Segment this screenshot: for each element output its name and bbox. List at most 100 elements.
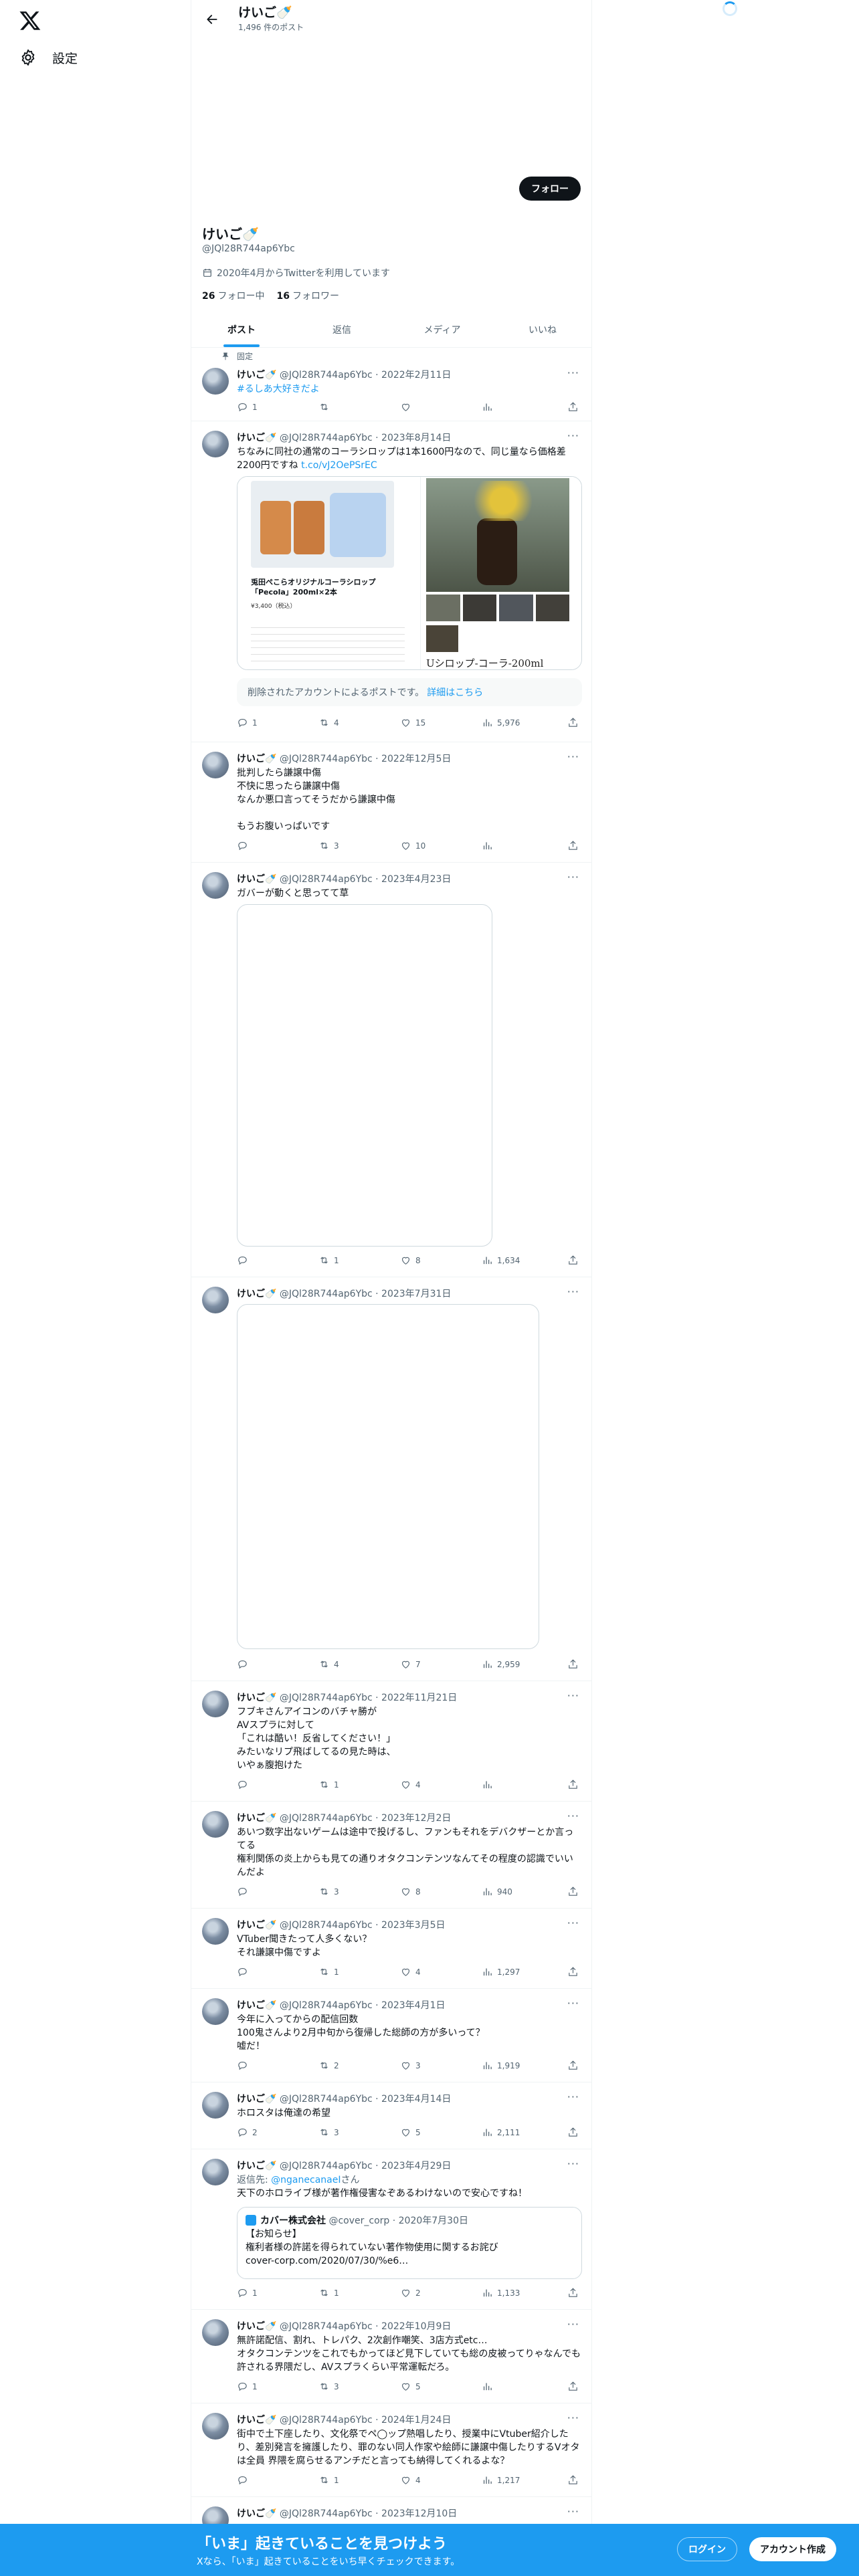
like-button[interactable]: 3 — [400, 2060, 421, 2071]
like-button[interactable]: 8 — [400, 1886, 421, 1897]
thumbnail[interactable] — [462, 595, 496, 621]
retweet-button[interactable]: 3 — [318, 2381, 339, 2392]
views-button[interactable]: 1,133 — [482, 2287, 520, 2298]
reply-button[interactable]: 2 — [237, 2127, 258, 2138]
share-button[interactable] — [567, 1658, 579, 1670]
more-options-icon[interactable]: ··· — [567, 1917, 579, 1929]
reply-button[interactable]: 1 — [237, 2287, 258, 2298]
more-options-icon[interactable]: ··· — [567, 1689, 579, 1702]
followers-link[interactable]: 16 フォロワー — [276, 289, 339, 302]
like-button[interactable] — [400, 401, 415, 413]
reply-button[interactable] — [237, 1966, 252, 1977]
views-button[interactable] — [482, 401, 497, 413]
reply-button[interactable] — [237, 2060, 252, 2071]
login-button[interactable]: ログイン — [677, 2537, 737, 2561]
reply-button[interactable]: 1 — [237, 2381, 258, 2392]
back-button[interactable] — [201, 8, 223, 31]
tweet-author[interactable]: けいご🍼 — [237, 874, 276, 885]
retweet-button[interactable]: 1 — [318, 1966, 339, 1977]
views-button[interactable]: 2,111 — [482, 2127, 520, 2138]
hashtag-link[interactable]: #るしあ大好きだよ — [237, 384, 320, 395]
avatar[interactable] — [202, 1691, 229, 1717]
tweet-item[interactable]: けいご🍼 @JQl28R744ap6Ybc · 2022年11月21日 ··· … — [191, 1681, 591, 1802]
share-button[interactable] — [567, 1966, 579, 1977]
reply-button[interactable] — [237, 1255, 252, 1266]
tweet-author[interactable]: けいご🍼 — [237, 2094, 276, 2105]
tweet-item[interactable]: けいご🍼 @JQl28R744ap6Ybc · 2023年4月29日 ··· 返… — [191, 2149, 591, 2310]
tweet-author[interactable]: けいご🍼 — [237, 1693, 276, 1703]
retweet-button[interactable]: 3 — [318, 1886, 339, 1897]
reply-button[interactable] — [237, 1779, 252, 1790]
share-button[interactable] — [567, 2381, 579, 2392]
thumbnail[interactable] — [499, 595, 533, 621]
retweet-button[interactable]: 3 — [318, 2127, 339, 2138]
thumbnail[interactable] — [426, 595, 460, 621]
reply-button[interactable] — [237, 1886, 252, 1897]
tweet-item[interactable]: けいご🍼 @JQl28R744ap6Ybc · 2022年10月9日 ··· 無… — [191, 2310, 591, 2403]
tab-media[interactable]: メディア — [392, 312, 492, 347]
retweet-button[interactable]: 2 — [318, 2060, 339, 2071]
avatar[interactable] — [202, 2319, 229, 2346]
thumbnail[interactable] — [535, 595, 569, 621]
tweet-author[interactable]: けいご🍼 — [237, 2000, 276, 2011]
more-options-icon[interactable]: ··· — [567, 871, 579, 883]
tweet-item[interactable]: けいご🍼 @JQl28R744ap6Ybc · 2024年1月24日 ··· 街… — [191, 2403, 591, 2497]
avatar[interactable] — [202, 1998, 229, 2025]
follow-button[interactable]: フォロー — [519, 177, 581, 201]
views-button[interactable]: 1,217 — [482, 2474, 520, 2486]
like-button[interactable]: 15 — [400, 717, 425, 728]
tweet-author[interactable]: けいご🍼 — [237, 754, 276, 764]
retweet-button[interactable]: 1 — [318, 1779, 339, 1790]
tab-likes[interactable]: いいね — [492, 312, 591, 347]
views-button[interactable]: 5,976 — [482, 717, 520, 728]
retweet-button[interactable]: 1 — [318, 2474, 339, 2486]
quoted-tweet[interactable]: カバー株式会社 @cover_corp · 2020年7月30日 【お知らせ】 … — [237, 2207, 582, 2279]
views-button[interactable]: 1,297 — [482, 1966, 520, 1977]
like-button[interactable]: 4 — [400, 1966, 421, 1977]
avatar[interactable] — [202, 431, 229, 457]
avatar[interactable] — [202, 2092, 229, 2119]
share-button[interactable] — [567, 1886, 579, 1897]
tweet-item[interactable]: けいご🍼 @JQl28R744ap6Ybc · 2023年3月5日 ··· VT… — [191, 1909, 591, 1989]
avatar[interactable] — [202, 368, 229, 395]
tweet-author[interactable]: けいご🍼 — [237, 1920, 276, 1931]
tweet-author[interactable]: けいご🍼 — [237, 2321, 276, 2332]
tweet-item[interactable]: 固定 けいご🍼 @JQl28R744ap6Ybc · 2022年2月11日 ··… — [191, 348, 591, 421]
media-placeholder[interactable] — [237, 904, 492, 1247]
more-options-icon[interactable]: ··· — [567, 2090, 579, 2103]
retweet-button[interactable] — [318, 401, 334, 413]
views-button[interactable]: 1,919 — [482, 2060, 520, 2071]
share-button[interactable] — [567, 717, 579, 728]
share-button[interactable] — [567, 2060, 579, 2071]
thumbnail[interactable] — [426, 625, 458, 652]
tweet-author[interactable]: けいご🍼 — [237, 370, 276, 381]
like-button[interactable]: 5 — [400, 2381, 421, 2392]
more-options-icon[interactable]: ··· — [567, 366, 579, 379]
avatar[interactable] — [202, 2413, 229, 2440]
tab-replies[interactable]: 返信 — [292, 312, 392, 347]
tweet-item[interactable]: けいご🍼 @JQl28R744ap6Ybc · 2023年4月14日 ··· ホ… — [191, 2082, 591, 2149]
tweet-item[interactable]: けいご🍼 @JQl28R744ap6Ybc · 2023年7月31日 ··· 4… — [191, 1277, 591, 1681]
views-button[interactable] — [482, 1779, 497, 1790]
views-button[interactable]: 1,634 — [482, 1255, 520, 1266]
tweet-author[interactable]: けいご🍼 — [237, 2508, 276, 2519]
like-button[interactable]: 2 — [400, 2287, 421, 2298]
like-button[interactable]: 7 — [400, 1658, 421, 1670]
like-button[interactable]: 10 — [400, 840, 425, 851]
more-options-icon[interactable]: ··· — [567, 2505, 579, 2518]
like-button[interactable]: 8 — [400, 1255, 421, 1266]
more-options-icon[interactable]: ··· — [567, 1285, 579, 1298]
more-options-icon[interactable]: ··· — [567, 1997, 579, 2010]
retweet-button[interactable]: 4 — [318, 717, 339, 728]
tweet-item[interactable]: けいご🍼 @JQl28R744ap6Ybc · 2023年12月2日 ··· あ… — [191, 1802, 591, 1909]
tweet-author[interactable]: けいご🍼 — [237, 2415, 276, 2426]
tweet-author[interactable]: けいご🍼 — [237, 433, 276, 443]
reply-button[interactable] — [237, 2474, 252, 2486]
tweet-author[interactable]: けいご🍼 — [237, 1289, 276, 1299]
more-options-icon[interactable]: ··· — [567, 429, 579, 442]
views-button[interactable] — [482, 840, 497, 851]
avatar[interactable] — [202, 1811, 229, 1838]
more-options-icon[interactable]: ··· — [567, 2411, 579, 2424]
share-button[interactable] — [567, 1255, 579, 1266]
reply-button[interactable] — [237, 1658, 252, 1670]
